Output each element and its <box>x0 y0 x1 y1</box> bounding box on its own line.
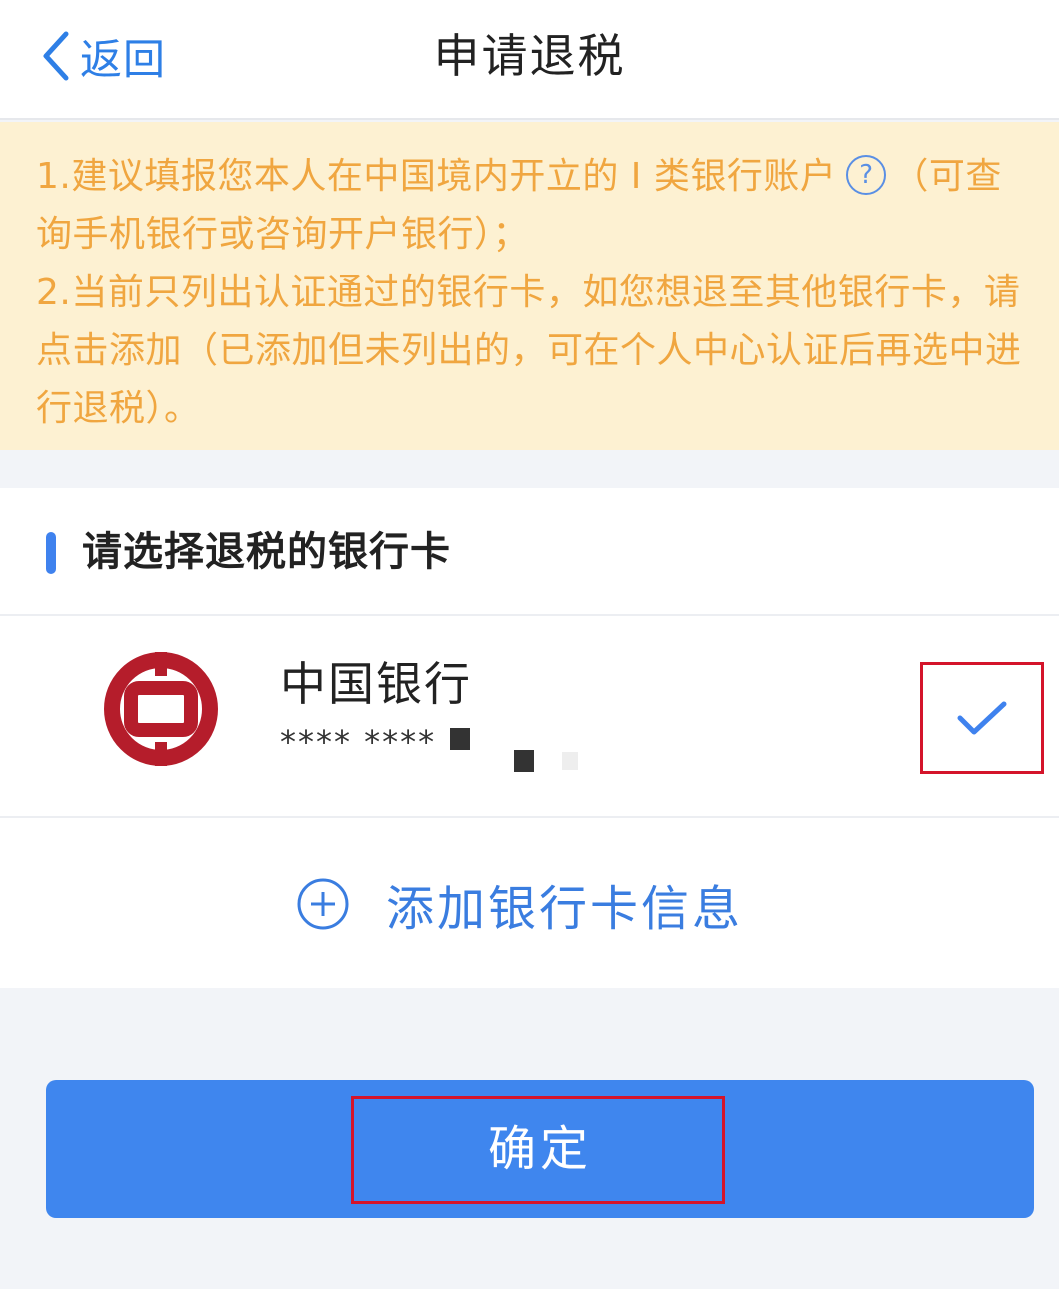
notice-line-1: 1.建议填报您本人在中国境内开立的 I 类银行账户? （可查询手机银行或咨询开户银… <box>36 148 1023 264</box>
confirm-button[interactable]: 确定 <box>46 1080 1034 1218</box>
section-header: 请选择退税的银行卡 <box>0 488 1059 616</box>
bank-card-number: **** **** <box>280 723 437 761</box>
redaction-mark <box>514 750 534 772</box>
section-title: 请选择退税的银行卡 <box>82 529 451 575</box>
confirm-label: 确定 <box>487 1121 592 1177</box>
page-title: 申请退税 <box>433 29 626 83</box>
bank-card-section: 请选择退税的银行卡 中国银行 **** **** 添加银行卡信息 <box>0 488 1059 988</box>
add-card-label: 添加银行卡信息 <box>385 881 743 937</box>
bank-of-china-logo-icon <box>104 652 218 766</box>
selected-checkmark-highlight[interactable] <box>920 662 1044 774</box>
bank-card-row[interactable]: 中国银行 **** **** <box>0 618 1059 818</box>
nav-header: 返回 申请退税 <box>0 0 1059 120</box>
notice-banner: 1.建议填报您本人在中国境内开立的 I 类银行账户? （可查询手机银行或咨询开户银… <box>0 122 1059 450</box>
help-icon[interactable]: ? <box>846 155 887 195</box>
notice-line-1-text: 1.建议填报您本人在中国境内开立的 I 类银行账户 <box>36 156 837 197</box>
section-accent-bar <box>46 532 56 574</box>
notice-line-2: 2.当前只列出认证通过的银行卡，如您想退至其他银行卡，请点击添加（已添加但未列出… <box>36 272 1022 429</box>
refund-page: 返回 申请退税 1.建议填报您本人在中国境内开立的 I 类银行账户? （可查询手机… <box>0 0 1059 1289</box>
add-bank-card-button[interactable]: 添加银行卡信息 <box>0 820 1059 988</box>
redaction-mark <box>450 728 470 750</box>
redaction-mark <box>562 752 578 770</box>
checkmark-icon <box>957 701 1007 735</box>
bank-name: 中国银行 <box>280 657 472 711</box>
plus-circle-icon <box>297 878 349 930</box>
